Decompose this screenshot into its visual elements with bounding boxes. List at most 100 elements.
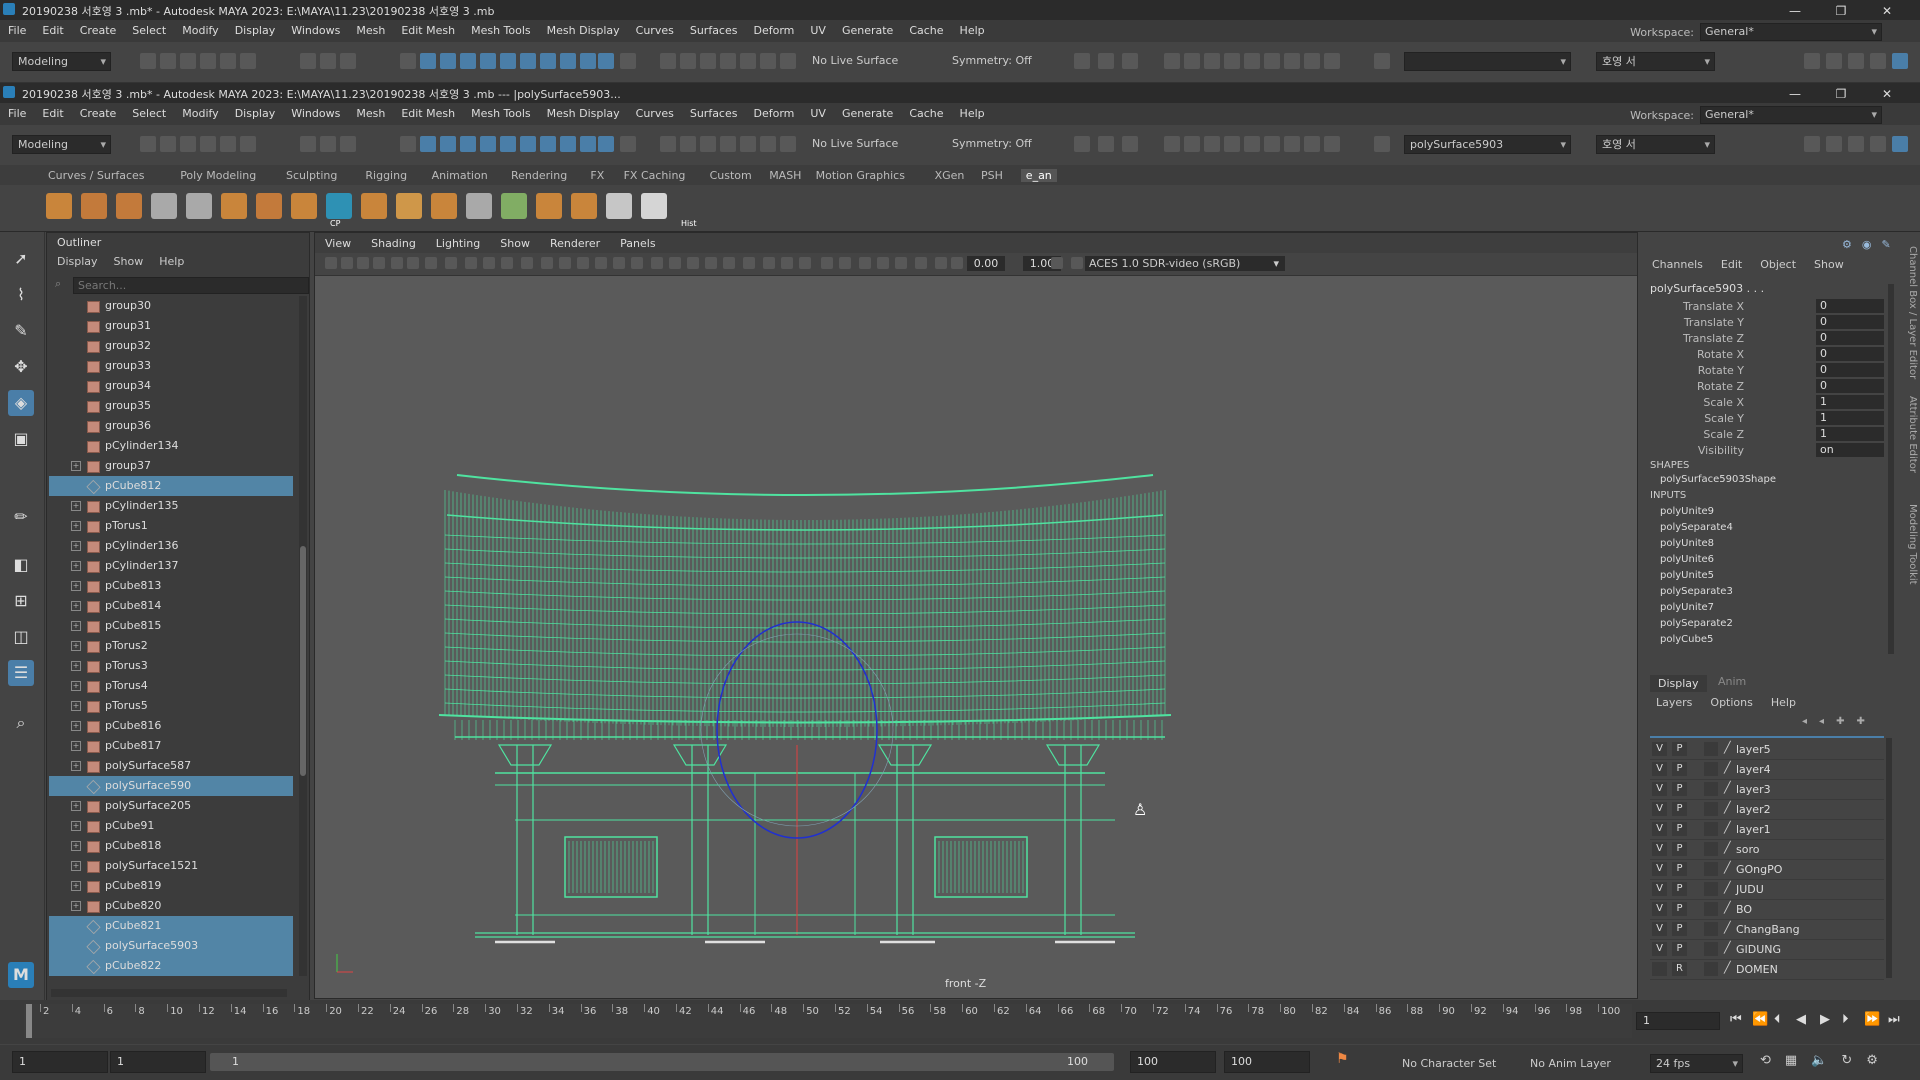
layer-row[interactable]: V P ╱ layer3 (1650, 780, 1884, 800)
toolbar-tool-icon[interactable] (720, 53, 736, 69)
input-node[interactable]: polySeparate3 (1660, 586, 1733, 597)
inner-symmetry[interactable]: Symmetry: Off (952, 137, 1032, 150)
tab-display[interactable]: Display (1650, 675, 1707, 692)
viewport-tool-icon[interactable] (799, 257, 811, 269)
toolbar-tool-icon[interactable] (1892, 136, 1908, 152)
layer-row[interactable]: V P ╱ GIDUNG (1650, 940, 1884, 960)
expand-icon[interactable]: + (71, 641, 81, 651)
toolbar-tool-icon[interactable] (160, 53, 176, 69)
shelf-tab-animation[interactable]: Animation (432, 169, 488, 182)
viewport-tool-icon[interactable] (559, 257, 571, 269)
shelf-tab-custom[interactable]: Custom (710, 169, 752, 182)
viewport-tool-icon[interactable] (781, 257, 793, 269)
tab-anim[interactable]: Anim (1718, 675, 1746, 688)
outer-workspace-dropdown[interactable]: General* (1700, 23, 1882, 41)
modeling-toolkit-side-tab[interactable]: Modeling Toolkit (1907, 504, 1918, 585)
layer-visibility-toggle[interactable]: V (1652, 762, 1667, 776)
move-layer-down-icon[interactable]: ◂ (1819, 716, 1824, 727)
toolbar-tool-icon[interactable] (780, 53, 796, 69)
lasso-tool-icon[interactable]: ⌇ (8, 282, 34, 308)
toolbar-tool-icon[interactable] (400, 53, 416, 69)
inner-menu-edit-mesh[interactable]: Edit Mesh (401, 107, 455, 120)
outer-live-surface[interactable]: No Live Surface (812, 54, 898, 67)
toolbar-tool-icon[interactable] (680, 53, 696, 69)
attribute-editor-toggle-icon[interactable]: ◉ (1862, 238, 1872, 251)
playback-start-field[interactable]: 1 (110, 1051, 206, 1073)
shelf-tab-rigging[interactable]: Rigging (365, 169, 407, 182)
input-node[interactable]: polyUnite6 (1660, 554, 1714, 565)
layer-playback-toggle[interactable]: P (1672, 782, 1687, 796)
viewport-menu-view[interactable]: View (325, 237, 351, 250)
expand-icon[interactable]: + (71, 681, 81, 691)
shelf-tool-icon[interactable] (571, 193, 597, 219)
expand-icon[interactable]: + (71, 601, 81, 611)
outer-menu-mesh[interactable]: Mesh (356, 24, 385, 37)
layer-row[interactable]: V P ╱ BO (1650, 900, 1884, 920)
layer-playback-toggle[interactable]: R (1672, 962, 1687, 976)
toolbar-tool-icon[interactable] (560, 136, 576, 152)
outliner-row[interactable]: + pTorus4 (49, 676, 293, 696)
toolbar-tool-icon[interactable] (1324, 136, 1340, 152)
outliner-row[interactable]: pCube821 (49, 916, 293, 936)
shelf-tab-psh[interactable]: PSH (981, 169, 1003, 182)
toolbar-tool-icon[interactable] (1224, 53, 1240, 69)
layer-visibility-toggle[interactable]: V (1652, 862, 1667, 876)
layer-row[interactable]: V P ╱ layer1 (1650, 820, 1884, 840)
scale-tool-icon[interactable]: ▣ (8, 426, 34, 452)
viewport-tool-icon[interactable] (935, 257, 947, 269)
channel-value[interactable]: 0 (1816, 315, 1884, 329)
outliner-row[interactable]: + pTorus3 (49, 656, 293, 676)
go-to-end-icon[interactable]: ⏭ (1888, 1012, 1900, 1027)
character-set-dropdown[interactable]: No Character Set (1402, 1057, 1496, 1070)
toolbar-tool-icon[interactable] (1098, 53, 1114, 69)
toolbar-tool-icon[interactable] (720, 136, 736, 152)
shelf-tab-sculpting[interactable]: Sculpting (286, 169, 337, 182)
toolbar-tool-icon[interactable] (400, 136, 416, 152)
layer-playback-toggle[interactable]: P (1672, 862, 1687, 876)
viewport-tool-icon[interactable] (1051, 257, 1063, 269)
expand-icon[interactable]: + (71, 761, 81, 771)
inner-menu-generate[interactable]: Generate (842, 107, 893, 120)
viewport-menu-lighting[interactable]: Lighting (436, 237, 480, 250)
outliner-row[interactable]: group31 (49, 316, 293, 336)
toolbar-tool-icon[interactable] (480, 53, 496, 69)
channel-menu-object[interactable]: Object (1760, 258, 1796, 271)
toolbar-tool-icon[interactable] (700, 136, 716, 152)
layer-color-swatch[interactable] (1704, 902, 1718, 916)
inner-workspace-dropdown[interactable]: General* (1700, 106, 1882, 124)
outliner-menu-show[interactable]: Show (114, 255, 144, 268)
viewport-tool-icon[interactable] (425, 257, 437, 269)
layer-row[interactable]: V P ╱ soro (1650, 840, 1884, 860)
layer-playback-toggle[interactable]: P (1672, 742, 1687, 756)
inner-menu-cache[interactable]: Cache (909, 107, 943, 120)
toolbar-tool-icon[interactable] (460, 53, 476, 69)
search-icon[interactable]: ⌕ (8, 710, 34, 736)
layer-row[interactable]: R ╱ DOMEN (1650, 960, 1884, 980)
outer-menu-surfaces[interactable]: Surfaces (690, 24, 738, 37)
play-forward-icon[interactable]: ▶ (1820, 1012, 1830, 1027)
toolbar-tool-icon[interactable] (1374, 53, 1390, 69)
outliner-vertical-scrollbar[interactable] (299, 296, 307, 976)
shelf-tool-icon[interactable] (291, 193, 317, 219)
toolbar-tool-icon[interactable] (220, 136, 236, 152)
toolbar-tool-icon[interactable] (200, 136, 216, 152)
toolbar-tool-icon[interactable] (320, 53, 336, 69)
inner-name-field[interactable]: polySurface5903 (1404, 135, 1571, 154)
toolbar-tool-icon[interactable] (1284, 53, 1300, 69)
toolbar-tool-icon[interactable] (1892, 53, 1908, 69)
single-view-icon[interactable]: ◧ (8, 552, 34, 578)
layer-color-swatch[interactable] (1704, 922, 1718, 936)
toolbar-tool-icon[interactable] (1184, 136, 1200, 152)
viewport-tool-icon[interactable] (631, 257, 643, 269)
viewport-tool-icon[interactable] (951, 257, 963, 269)
toolbar-tool-icon[interactable] (1184, 53, 1200, 69)
outliner-row[interactable]: + polySurface587 (49, 756, 293, 776)
channel-row[interactable]: Translate Y 0 (1642, 314, 1884, 330)
outer-menu-deform[interactable]: Deform (753, 24, 794, 37)
viewport-tool-icon[interactable] (595, 257, 607, 269)
step-forward-frame-icon[interactable]: ⏵ (1842, 1012, 1849, 1027)
toolbar-tool-icon[interactable] (240, 53, 256, 69)
attribute-editor-side-tab[interactable]: Attribute Editor (1907, 396, 1918, 473)
toolbar-tool-icon[interactable] (740, 136, 756, 152)
layer-row[interactable]: V P ╱ GOngPO (1650, 860, 1884, 880)
